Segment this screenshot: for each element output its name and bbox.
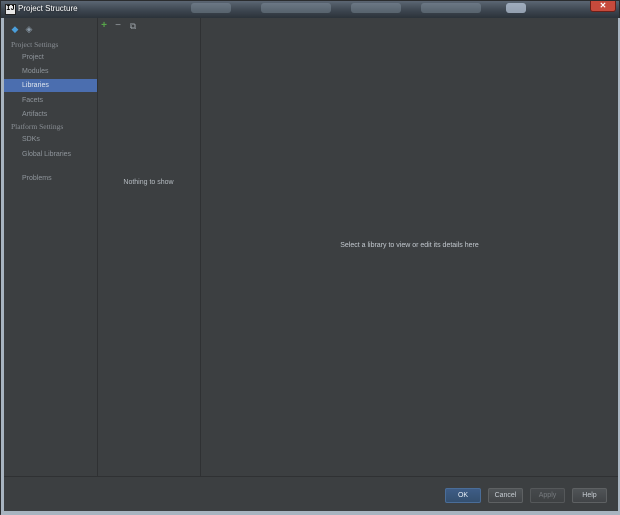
library-details-panel: Select a library to view or edit its det… — [201, 18, 618, 476]
empty-details-message: Select a library to view or edit its det… — [340, 242, 479, 249]
project-structure-window: IJ Project Structure ✕ ◆ ◈ Project Setti… — [0, 0, 620, 515]
add-icon[interactable]: + — [99, 21, 109, 31]
blurred-background — [261, 3, 331, 13]
section-platform-settings: Platform Settings — [11, 122, 64, 131]
blurred-background — [421, 3, 481, 13]
blurred-background — [191, 3, 231, 13]
sidebar-item-artifacts[interactable]: Artifacts — [4, 108, 97, 121]
window-title: Project Structure — [18, 4, 78, 13]
help-button[interactable]: Help — [572, 488, 607, 503]
remove-icon[interactable]: − — [113, 21, 123, 31]
sidebar-item-sdks[interactable]: SDKs — [4, 133, 97, 146]
sidebar-item-libraries[interactable]: Libraries — [4, 79, 97, 92]
back-arrow-icon[interactable]: ◆ — [10, 24, 20, 34]
sidebar-item-global-libraries[interactable]: Global Libraries — [4, 148, 97, 161]
apply-button[interactable]: Apply — [530, 488, 565, 503]
settings-sidebar: ◆ ◈ Project Settings Project Modules Lib… — [4, 18, 97, 476]
copy-icon[interactable]: ⧉ — [128, 21, 138, 31]
sidebar-item-facets[interactable]: Facets — [4, 94, 97, 107]
blurred-background — [351, 3, 401, 13]
section-project-settings: Project Settings — [11, 40, 59, 49]
empty-list-message: Nothing to show — [123, 179, 174, 186]
sidebar-item-problems[interactable]: Problems — [4, 172, 97, 185]
title-bar[interactable]: IJ Project Structure ✕ — [1, 1, 619, 18]
forward-arrow-icon[interactable]: ◈ — [24, 24, 34, 34]
sidebar-item-modules[interactable]: Modules — [4, 65, 97, 78]
cancel-button[interactable]: Cancel — [488, 488, 523, 503]
ok-button[interactable]: OK — [445, 488, 481, 503]
button-bar-divider — [4, 476, 618, 477]
blurred-background — [506, 3, 526, 13]
dialog-content: ◆ ◈ Project Settings Project Modules Lib… — [4, 18, 618, 511]
sidebar-item-project[interactable]: Project — [4, 51, 97, 64]
intellij-app-icon: IJ — [5, 4, 16, 15]
window-frame-bottom — [1, 511, 620, 515]
libraries-list-panel: + − ⧉ Nothing to show — [98, 18, 199, 476]
close-window-button[interactable]: ✕ — [590, 1, 616, 12]
